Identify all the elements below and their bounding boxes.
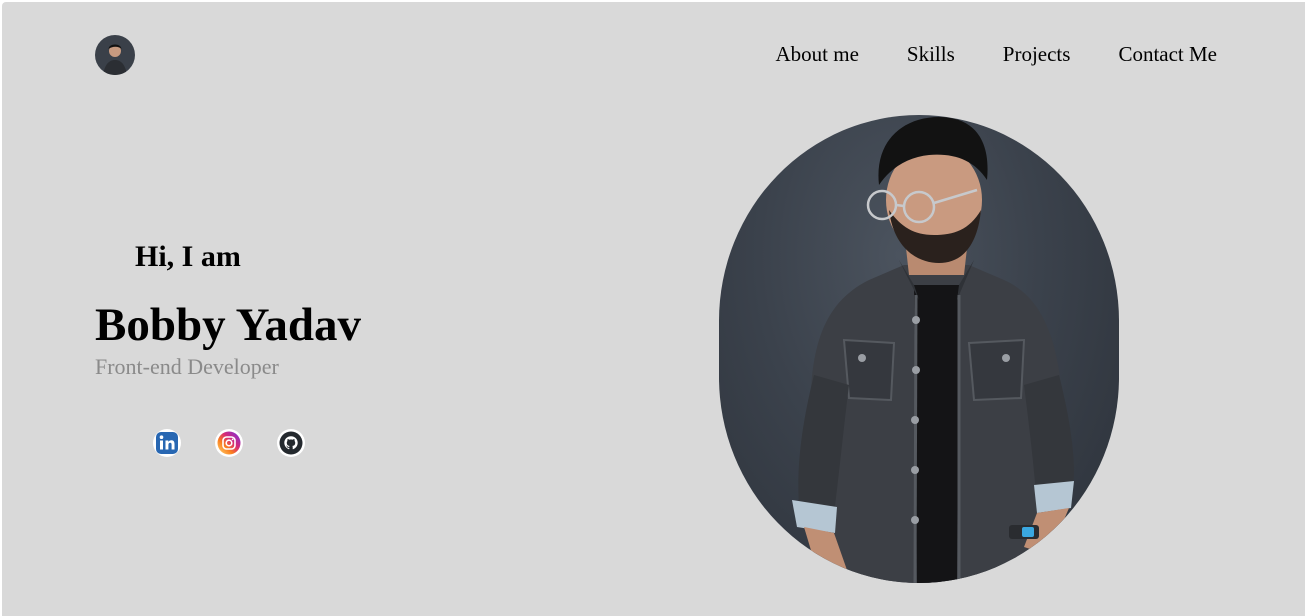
nav-skills[interactable]: Skills xyxy=(907,42,955,67)
hero-name: Bobby Yadav xyxy=(95,299,362,351)
social-links xyxy=(153,429,305,457)
profile-photo xyxy=(719,115,1119,583)
avatar-image xyxy=(95,35,135,75)
nav-projects[interactable]: Projects xyxy=(1003,42,1071,67)
github-icon[interactable] xyxy=(277,429,305,457)
hero-role: Front-end Developer xyxy=(95,354,279,379)
page: About me Skills Projects Contact Me Hi, … xyxy=(2,2,1305,616)
main-nav: About me Skills Projects Contact Me xyxy=(776,42,1217,67)
linkedin-icon[interactable] xyxy=(153,429,181,457)
nav-contact-me[interactable]: Contact Me xyxy=(1118,42,1217,67)
instagram-icon[interactable] xyxy=(215,429,243,457)
avatar[interactable] xyxy=(95,35,135,75)
nav-about-me[interactable]: About me xyxy=(776,42,859,67)
hero-greeting: Hi, I am xyxy=(135,240,241,273)
